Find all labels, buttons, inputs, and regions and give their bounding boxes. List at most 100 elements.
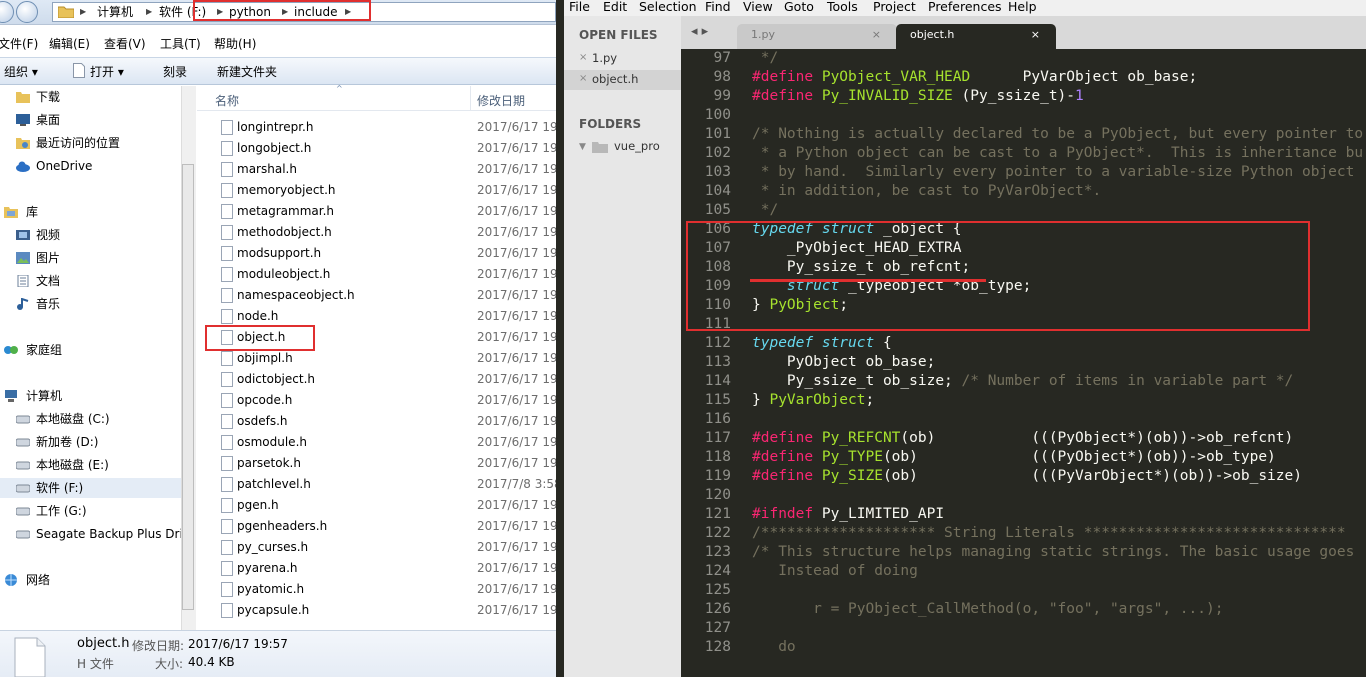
file-date: 2017/6/17 19 <box>477 309 556 323</box>
open-file-selected-row[interactable]: × object.h <box>564 70 681 90</box>
file-row[interactable]: longintrepr.h 2017/6/17 19 <box>197 117 556 138</box>
code-editor[interactable]: */ #define PyObject_VAR_HEAD PyVarObject… <box>741 49 1366 677</box>
new-folder-button[interactable]: 新建文件夹 <box>217 63 277 80</box>
burn-button[interactable]: 刻录 <box>163 63 187 80</box>
cloud-icon <box>16 161 30 172</box>
nav-item-homegroup[interactable]: 家庭组 <box>0 340 182 360</box>
file-row[interactable]: pyarena.h 2017/6/17 19 <box>197 558 556 579</box>
file-date: 2017/6/17 19 <box>477 582 556 596</box>
tab-object-h[interactable]: object.h × <box>896 24 1056 49</box>
nav-item-drive-d[interactable]: 新加卷 (D:) <box>0 432 182 452</box>
column-divider[interactable] <box>470 86 471 110</box>
file-row[interactable]: modsupport.h 2017/6/17 19 <box>197 243 556 264</box>
file-icon <box>221 582 233 597</box>
nav-item-recent[interactable]: 最近访问的位置 <box>0 133 182 153</box>
file-icon <box>221 456 233 471</box>
file-name: pgen.h <box>237 498 279 512</box>
back-button[interactable] <box>0 1 14 23</box>
menu-tools[interactable]: 工具(T) <box>160 35 201 52</box>
music-icon <box>17 298 29 310</box>
file-row[interactable]: pgen.h 2017/6/17 19 <box>197 495 556 516</box>
file-row[interactable]: osmodule.h 2017/6/17 19 <box>197 432 556 453</box>
file-row[interactable]: odictobject.h 2017/6/17 19 <box>197 369 556 390</box>
nav-item-pictures[interactable]: 图片 <box>0 248 182 268</box>
file-row[interactable]: pgenheaders.h 2017/6/17 19 <box>197 516 556 537</box>
organize-button[interactable]: 组织 ▾ <box>4 63 38 80</box>
file-row[interactable]: opcode.h 2017/6/17 19 <box>197 390 556 411</box>
menu-selection[interactable]: Selection <box>639 0 697 14</box>
code-text: (ob) (((PyVarObject*)(ob))->ob_size) <box>882 468 1302 484</box>
file-row[interactable]: longobject.h 2017/6/17 19 <box>197 138 556 159</box>
file-row[interactable]: memoryobject.h 2017/6/17 19 <box>197 180 556 201</box>
open-file-1py[interactable]: 1.py <box>592 51 617 65</box>
file-row[interactable]: methodobject.h 2017/6/17 19 <box>197 222 556 243</box>
file-name: py_curses.h <box>237 540 309 554</box>
folder-vue-pro[interactable]: vue_pro <box>614 139 660 153</box>
tab-1py[interactable]: 1.py × <box>737 24 897 49</box>
menu-file[interactable]: File <box>569 0 590 14</box>
close-icon[interactable]: × <box>579 73 587 84</box>
file-row[interactable]: namespaceobject.h 2017/6/17 19 <box>197 285 556 306</box>
menu-help[interactable]: 帮助(H) <box>214 35 256 52</box>
breadcrumb-computer[interactable]: 计算机 <box>97 3 133 21</box>
nav-item-drive-f[interactable]: 软件 (F:) <box>0 478 182 498</box>
menu-tools[interactable]: Tools <box>827 0 858 14</box>
nav-item-drive-g[interactable]: 工作 (G:) <box>0 501 182 521</box>
nav-item-documents[interactable]: 文档 <box>0 271 182 291</box>
nav-item-computer[interactable]: 计算机 <box>0 386 182 406</box>
nav-item-seagate[interactable]: Seagate Backup Plus Dri <box>0 524 183 544</box>
file-name: odictobject.h <box>237 372 315 386</box>
file-row[interactable]: pyatomic.h 2017/6/17 19 <box>197 579 556 600</box>
file-date: 2017/6/17 19 <box>477 162 556 176</box>
nav-item-desktop[interactable]: 桌面 <box>0 110 182 130</box>
menu-help[interactable]: Help <box>1008 0 1037 14</box>
menu-file[interactable]: 文件(F) <box>0 35 38 52</box>
menu-edit[interactable]: 编辑(E) <box>49 35 90 52</box>
nav-item-downloads[interactable]: 下载 <box>0 87 182 107</box>
file-date: 2017/6/17 19 <box>477 393 556 407</box>
menu-find[interactable]: Find <box>705 0 731 14</box>
tab-nav-arrows-icon[interactable]: ◂ ▸ <box>691 24 708 39</box>
menu-view[interactable]: View <box>743 0 773 14</box>
menu-goto[interactable]: Goto <box>784 0 814 14</box>
forward-button[interactable] <box>16 1 38 23</box>
nav-item-drive-c[interactable]: 本地磁盘 (C:) <box>0 409 182 429</box>
details-type: H 文件 <box>77 657 114 671</box>
nav-item-drive-e[interactable]: 本地磁盘 (E:) <box>0 455 182 475</box>
line-number: 120 <box>704 487 731 503</box>
nav-item-libraries[interactable]: 库 <box>0 202 182 222</box>
nav-scrollbar-thumb[interactable] <box>182 164 194 610</box>
file-icon <box>221 204 233 219</box>
nav-item-videos[interactable]: 视频 <box>0 225 182 245</box>
menu-edit[interactable]: Edit <box>603 0 627 14</box>
nav-item-music[interactable]: 音乐 <box>0 294 182 314</box>
file-row[interactable]: marshal.h 2017/6/17 19 <box>197 159 556 180</box>
menu-view[interactable]: 查看(V) <box>104 35 146 52</box>
open-file-object-h[interactable]: object.h <box>592 72 638 86</box>
folder-expand-chevron-icon[interactable]: ▼ <box>579 142 586 152</box>
column-name[interactable]: 名称 <box>215 92 239 109</box>
file-row[interactable]: node.h 2017/6/17 19 <box>197 306 556 327</box>
menu-preferences[interactable]: Preferences <box>928 0 1002 14</box>
nav-label: 本地磁盘 (E:) <box>36 458 109 472</box>
nav-item-onedrive[interactable]: OneDrive <box>0 156 182 176</box>
tab-label: object.h <box>910 28 955 41</box>
file-row[interactable]: pycapsule.h 2017/6/17 19 <box>197 600 556 621</box>
open-button[interactable]: 打开 ▾ <box>90 63 124 80</box>
file-row[interactable]: py_curses.h 2017/6/17 19 <box>197 537 556 558</box>
file-name: objimpl.h <box>237 351 293 365</box>
sublime-sidebar: OPEN FILES × 1.py × object.h FOLDERS ▼ v… <box>564 16 681 677</box>
file-row[interactable]: objimpl.h 2017/6/17 19 <box>197 348 556 369</box>
file-row[interactable]: metagrammar.h 2017/6/17 19 <box>197 201 556 222</box>
file-row[interactable]: osdefs.h 2017/6/17 19 <box>197 411 556 432</box>
nav-item-network[interactable]: 网络 <box>0 570 182 590</box>
menu-project[interactable]: Project <box>873 0 916 14</box>
close-icon[interactable]: × <box>579 52 587 63</box>
tab-close-icon[interactable]: × <box>1031 24 1040 46</box>
file-row[interactable]: moduleobject.h 2017/6/17 19 <box>197 264 556 285</box>
file-row[interactable]: parsetok.h 2017/6/17 19 <box>197 453 556 474</box>
column-date[interactable]: 修改日期 <box>477 92 525 109</box>
tab-close-icon[interactable]: × <box>872 24 881 46</box>
code-line-123: /* This structure helps managing static … <box>752 544 1355 560</box>
file-row[interactable]: patchlevel.h 2017/7/8 3:58 <box>197 474 556 495</box>
